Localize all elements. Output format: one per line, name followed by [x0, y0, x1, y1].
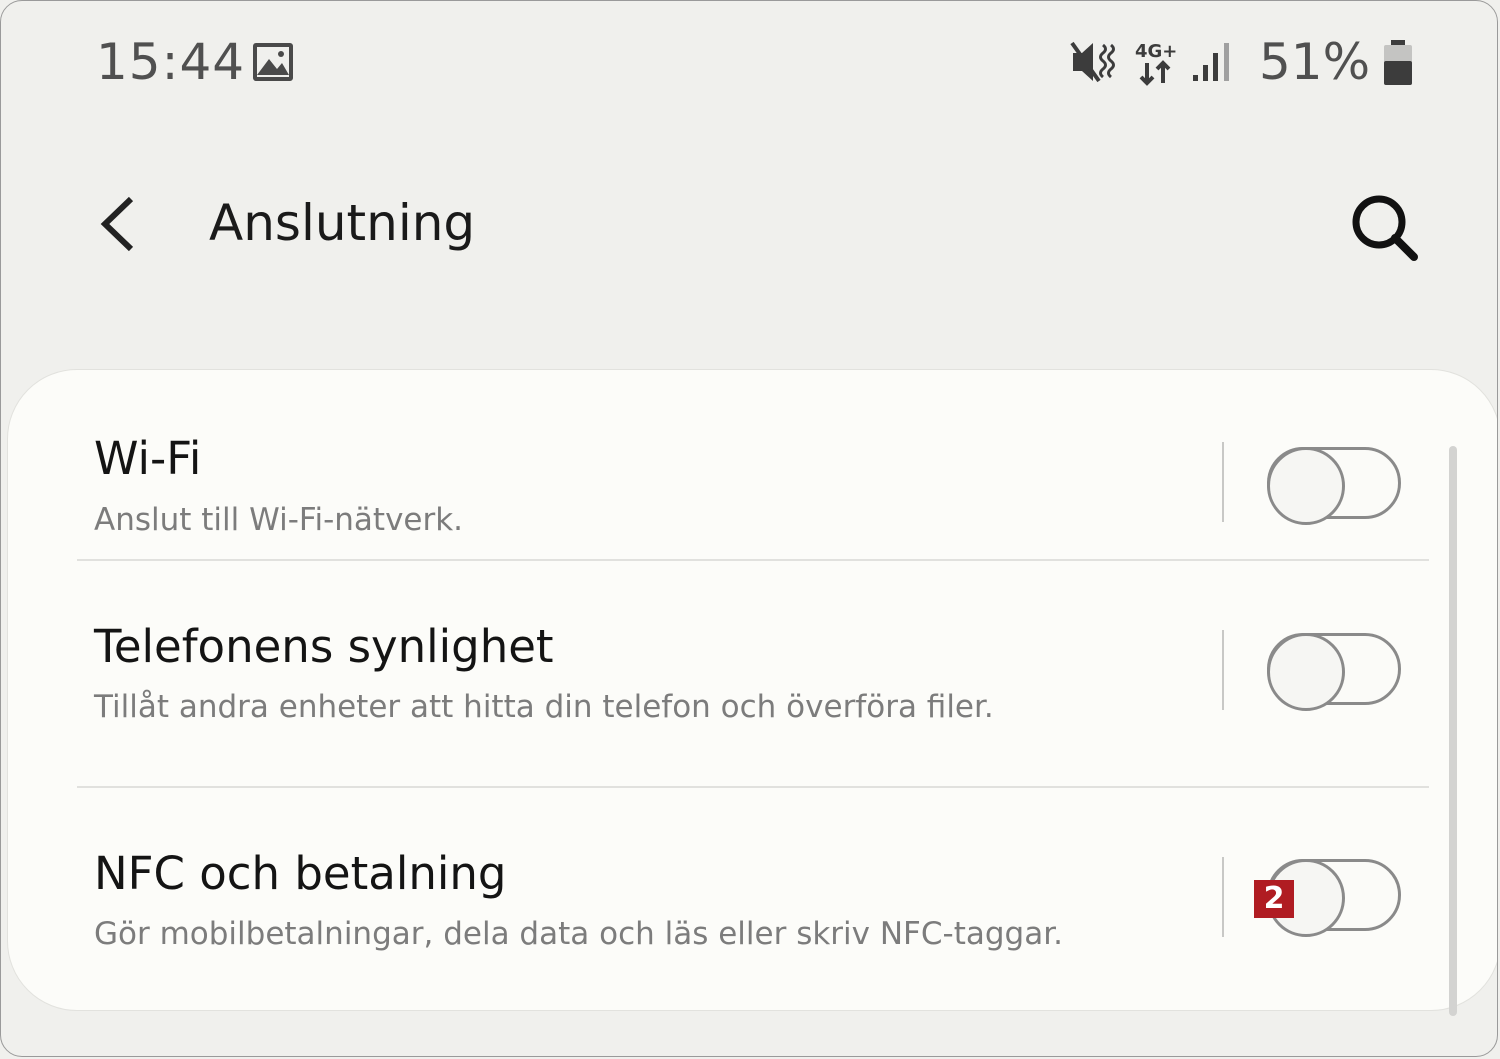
back-button[interactable]: [91, 189, 151, 259]
divider: [1222, 857, 1224, 937]
chevron-left-icon: [100, 196, 134, 252]
setting-subtitle: Tillåt andra enheter att hitta din telef…: [94, 689, 994, 725]
setting-title: NFC och betalning: [94, 847, 507, 900]
toggle-knob: [1267, 447, 1345, 525]
setting-title: Wi-Fi: [94, 432, 202, 485]
scrollbar[interactable]: [1449, 446, 1457, 1016]
toggle-knob: [1267, 633, 1345, 711]
annotation-badge: 2: [1254, 880, 1294, 918]
setting-row-wifi[interactable]: Wi-Fi Anslut till Wi-Fi-nätverk.: [8, 370, 1497, 560]
setting-row-phone-visibility[interactable]: Telefonens synlighet Tillåt andra enhete…: [8, 561, 1497, 787]
signal-strength-icon: [1193, 43, 1229, 81]
setting-subtitle: Anslut till Wi-Fi-nätverk.: [94, 502, 464, 538]
battery-icon: [1384, 40, 1412, 85]
gallery-icon: [253, 43, 293, 81]
svg-text:4G+: 4G+: [1135, 41, 1177, 62]
search-button[interactable]: [1346, 189, 1422, 265]
setting-subtitle: Gör mobilbetalningar, dela data och läs …: [94, 916, 1063, 952]
battery-percent: 51%: [1259, 33, 1371, 91]
4g-plus-data-icon: 4G+: [1135, 41, 1177, 86]
phone-screen: 15:44 4G+ 51% Anslutning Wi-Fi Anslut ti…: [0, 0, 1498, 1057]
divider: [1222, 442, 1224, 522]
page-title: Anslutning: [209, 194, 476, 252]
mute-vibrate-icon: [1070, 41, 1115, 83]
search-icon: [1352, 195, 1418, 261]
setting-title: Telefonens synlighet: [94, 620, 554, 673]
divider: [1222, 630, 1224, 710]
wifi-toggle[interactable]: [1267, 447, 1401, 525]
settings-card: Wi-Fi Anslut till Wi-Fi-nätverk. Telefon…: [7, 369, 1497, 1016]
phone-visibility-toggle[interactable]: [1267, 633, 1401, 711]
status-time: 15:44: [96, 33, 246, 91]
